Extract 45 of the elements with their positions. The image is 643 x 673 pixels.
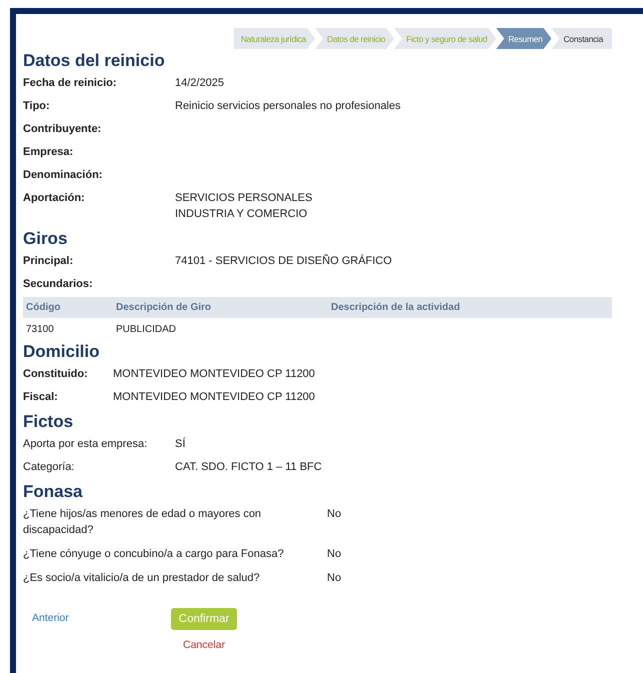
section-heading: Domicilio: [23, 342, 101, 362]
field-label: Contribuyente:: [23, 122, 102, 137]
field-value: MONTEVIDEO MONTEVIDEO CP 11200: [113, 367, 316, 382]
wizard-step[interactable]: Naturaleza jurídica: [234, 28, 315, 49]
field-value: MONTEVIDEO MONTEVIDEO CP 11200: [113, 390, 316, 405]
field-value: 74101 - SERVICIOS DE DISEÑO GRÁFICO: [175, 253, 393, 269]
column-header: Descripción de Giro: [116, 302, 212, 313]
field-label: Categoría:: [23, 460, 76, 475]
column-header: Código: [26, 302, 62, 313]
field-value: No: [327, 507, 342, 522]
wizard-step[interactable]: Resumen: [496, 28, 552, 49]
field-label: Principal:: [23, 254, 74, 269]
field-value: No: [327, 547, 342, 562]
column-header: Descripción de la actividad: [331, 302, 461, 313]
section-heading: Datos del reinicio: [23, 51, 166, 71]
field-label: Empresa:: [23, 145, 74, 160]
field-label: Aportación:: [23, 191, 86, 206]
field-label: Constituido:: [23, 367, 89, 382]
section-heading: Fictos: [23, 412, 74, 432]
field-label: ¿Tiene hijos/as menores de edad o mayores con discapacidad?: [23, 507, 262, 538]
table-cell-text: PUBLICIDAD: [116, 324, 178, 335]
section-heading: Giros: [23, 229, 68, 249]
field-value: SÍ: [175, 436, 186, 452]
cancel-link[interactable]: Cancelar: [182, 639, 226, 651]
field-value: 14/2/2025: [175, 76, 225, 91]
section-heading: Fonasa: [23, 482, 84, 502]
field-label: ¿Tiene cónyuge o concubino/a a cargo para Fonasa?: [23, 547, 285, 562]
field-label: Fecha de reinicio:: [23, 76, 118, 91]
field-label: Aporta por esta empresa:: [23, 437, 148, 452]
back-link[interactable]: Anterior: [23, 608, 69, 651]
field-value: INDUSTRIA Y COMERCIO: [175, 207, 308, 222]
table-cell-text: 73100: [26, 324, 55, 335]
field-label: Denominación:: [23, 168, 104, 183]
field-value: CAT. SDO. FICTO 1 – 11 BFC: [175, 460, 323, 475]
field-label: Tipo:: [23, 99, 51, 114]
field-value: Reinicio servicios personales no profesionales: [175, 99, 402, 114]
field-value: SERVICIOS PERSONALES: [175, 191, 314, 206]
confirm-button[interactable]: Confirmar: [170, 608, 238, 630]
field-value: No: [327, 571, 342, 586]
field-label: Fiscal:: [23, 390, 59, 405]
field-label: ¿Es socio/a vitalicio/a de un prestador de salud?: [23, 571, 261, 586]
field-label: Secundarios:: [23, 277, 94, 292]
wizard-step[interactable]: Datos de reinicio: [314, 28, 394, 49]
wizard-step[interactable]: Constancia: [551, 28, 612, 49]
wizard-step[interactable]: Ficto y seguro de salud: [394, 28, 496, 49]
